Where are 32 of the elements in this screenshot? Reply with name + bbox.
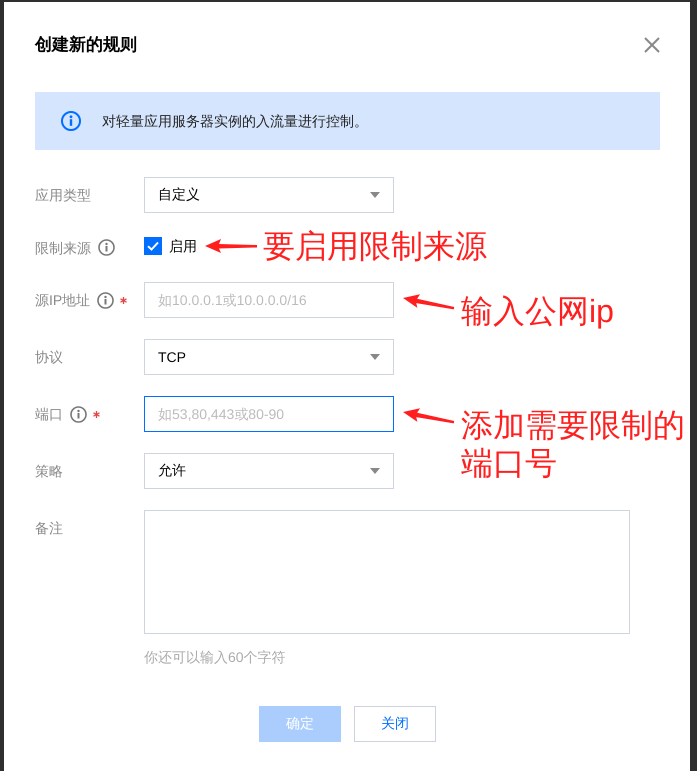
checkbox-icon[interactable]: [144, 236, 162, 254]
info-icon[interactable]: [97, 292, 114, 308]
info-icon[interactable]: [70, 406, 87, 422]
select-field[interactable]: TCP: [144, 339, 394, 375]
info-icon[interactable]: [98, 239, 115, 256]
field-label: 协议: [35, 348, 63, 367]
info-icon: [61, 111, 81, 131]
annotation-arrow: [403, 294, 455, 310]
select-field[interactable]: 自定义: [144, 177, 394, 213]
caret-icon: [370, 354, 380, 360]
close-button[interactable]: 关闭: [354, 706, 436, 742]
char-count-hint: 你还可以输入60个字符: [144, 648, 286, 667]
dialog-title: 创建新的规则: [35, 34, 137, 56]
field-label: 端口: [35, 405, 63, 424]
annotation-text: 输入公网ip: [461, 292, 614, 330]
notice-text: 对轻量应用服务器实例的入流量进行控制。: [102, 112, 368, 131]
annotation-text: 要启用限制来源: [263, 226, 487, 264]
annotation-text: 添加需要限制的端口号: [461, 406, 686, 482]
field-label: 备注: [35, 519, 63, 538]
field-label: 应用类型: [35, 186, 91, 205]
field-label: 限制来源: [35, 238, 91, 258]
textarea-field[interactable]: [144, 510, 630, 634]
select-field[interactable]: 允许: [144, 453, 394, 489]
close-icon[interactable]: [644, 37, 660, 53]
annotation-arrow: [403, 408, 455, 424]
caret-icon: [370, 468, 380, 474]
field-label: 源IP地址: [35, 291, 90, 310]
enable-checkbox[interactable]: 启用: [144, 236, 197, 256]
annotation-arrow: [205, 238, 257, 252]
input-field[interactable]: 如53,80,443或80-90: [144, 396, 394, 432]
caret-icon: [370, 192, 380, 198]
field-label: 策略: [35, 462, 63, 481]
